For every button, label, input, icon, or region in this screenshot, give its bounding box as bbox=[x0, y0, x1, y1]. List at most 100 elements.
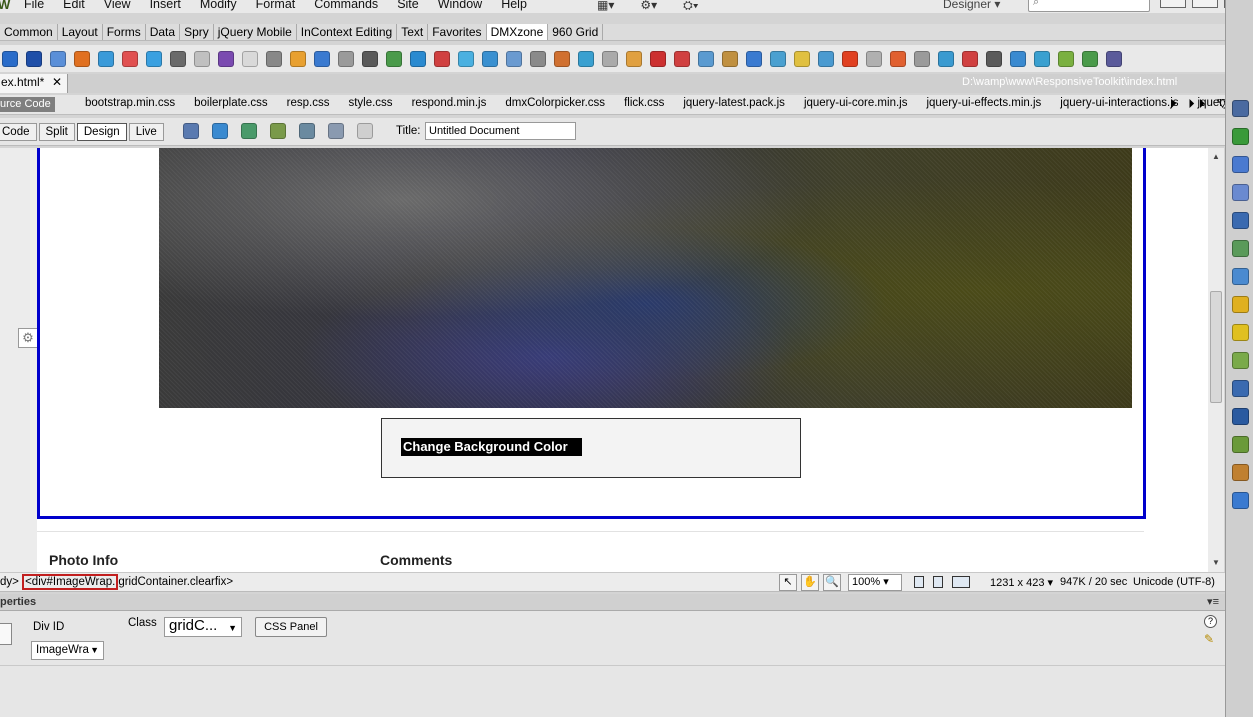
tab-data[interactable]: Data bbox=[146, 24, 181, 40]
help-icon[interactable]: ? bbox=[1204, 615, 1217, 628]
panel-icon[interactable] bbox=[1232, 408, 1249, 425]
panel-icon[interactable] bbox=[1232, 464, 1249, 481]
tab-960-grid[interactable]: 960 Grid bbox=[548, 24, 604, 40]
insert-object-icon[interactable] bbox=[242, 50, 258, 67]
tab-favorites[interactable]: Favorites bbox=[428, 24, 487, 40]
insert-object-icon[interactable] bbox=[914, 50, 930, 67]
mobile-size-icon[interactable] bbox=[914, 576, 924, 588]
panel-menu-icon[interactable]: ▾≡ bbox=[1207, 594, 1219, 610]
insert-object-icon[interactable] bbox=[74, 50, 90, 67]
site-icon[interactable]: ⛭▾ bbox=[683, 0, 698, 13]
panel-icon[interactable] bbox=[1232, 492, 1249, 509]
workspace-switcher[interactable]: Designer ▾ bbox=[943, 0, 1000, 11]
insert-object-icon[interactable] bbox=[1106, 50, 1122, 67]
design-view-button[interactable]: Design bbox=[76, 123, 127, 141]
insert-object-icon[interactable] bbox=[482, 50, 498, 67]
insert-object-icon[interactable] bbox=[50, 50, 66, 67]
menu-site[interactable]: Site bbox=[397, 0, 419, 11]
tab-forms[interactable]: Forms bbox=[103, 24, 146, 40]
menu-format[interactable]: Format bbox=[256, 0, 296, 11]
insert-object-icon[interactable] bbox=[698, 50, 714, 67]
related-file[interactable]: flick.css bbox=[624, 97, 664, 109]
insert-object-icon[interactable] bbox=[338, 50, 354, 67]
hand-tool-icon[interactable]: ✋ bbox=[801, 574, 819, 591]
refresh-icon[interactable] bbox=[357, 123, 373, 139]
menu-file[interactable]: File bbox=[24, 0, 44, 11]
panel-icon[interactable] bbox=[1232, 240, 1249, 257]
tablet-size-icon[interactable] bbox=[933, 576, 943, 588]
gear-icon[interactable]: ⚙▾ bbox=[640, 0, 657, 13]
menu-modify[interactable]: Modify bbox=[200, 0, 237, 11]
panel-icon[interactable] bbox=[1232, 436, 1249, 453]
tab-layout[interactable]: Layout bbox=[58, 24, 103, 40]
insert-object-icon[interactable] bbox=[962, 50, 978, 67]
insert-object-icon[interactable] bbox=[26, 50, 42, 67]
panel-icon[interactable] bbox=[1232, 380, 1249, 397]
tag-div-imagewrap[interactable]: <div#ImageWrap. bbox=[22, 574, 119, 590]
document-tab[interactable]: ex.html* ✕ bbox=[0, 74, 68, 93]
desktop-size-icon[interactable] bbox=[952, 576, 970, 588]
scroll-down-icon[interactable]: ▼ bbox=[1212, 558, 1220, 567]
split-view-button[interactable]: Split bbox=[38, 123, 75, 141]
scroll-up-icon[interactable]: ▲ bbox=[1212, 152, 1220, 161]
preview-browser-icon[interactable] bbox=[212, 123, 228, 139]
related-file[interactable]: respond.min.js bbox=[412, 97, 487, 109]
panel-icon[interactable] bbox=[1232, 212, 1249, 229]
menu-help[interactable]: Help bbox=[501, 0, 527, 11]
change-background-color-button[interactable]: Change Background Color bbox=[401, 438, 582, 456]
zoom-select[interactable]: 100% ▾ bbox=[848, 574, 902, 591]
check-browser-icon[interactable] bbox=[299, 123, 315, 139]
panel-icon[interactable] bbox=[1232, 268, 1249, 285]
insert-object-icon[interactable] bbox=[290, 50, 306, 67]
tab-spry[interactable]: Spry bbox=[180, 24, 214, 40]
insert-object-icon[interactable] bbox=[1058, 50, 1074, 67]
related-file[interactable]: jquery-latest.pack.js bbox=[683, 97, 785, 109]
related-file[interactable]: bootstrap.min.css bbox=[85, 97, 175, 109]
class-select[interactable]: gridC... ▼ bbox=[164, 617, 242, 637]
tag-body[interactable]: dy> bbox=[0, 576, 19, 588]
related-files-overflow-icon[interactable]: ⏵ ⏵⏵ ▽ bbox=[1170, 96, 1225, 112]
file-management-icon[interactable] bbox=[241, 123, 257, 139]
related-file[interactable]: jquery-ui-effects.min.js bbox=[926, 97, 1041, 109]
panel-icon[interactable] bbox=[1232, 324, 1249, 341]
menu-commands[interactable]: Commands bbox=[314, 0, 378, 11]
window-dimensions[interactable]: 1231 x 423 ▾ bbox=[990, 576, 1053, 589]
related-file[interactable]: dmxColorpicker.css bbox=[505, 97, 605, 109]
tab-jquery-mobile[interactable]: jQuery Mobile bbox=[214, 24, 297, 40]
insert-object-icon[interactable] bbox=[218, 50, 234, 67]
insert-object-icon[interactable] bbox=[842, 50, 858, 67]
search-input[interactable]: ⌕ bbox=[1028, 0, 1150, 12]
insert-object-icon[interactable] bbox=[890, 50, 906, 67]
minimize-button[interactable]: – bbox=[1160, 0, 1186, 8]
insert-object-icon[interactable] bbox=[530, 50, 546, 67]
insert-object-icon[interactable] bbox=[794, 50, 810, 67]
insert-object-icon[interactable] bbox=[986, 50, 1002, 67]
menu-window[interactable]: Window bbox=[438, 0, 482, 11]
menu-edit[interactable]: Edit bbox=[63, 0, 85, 11]
code-view-button[interactable]: Code bbox=[0, 123, 37, 141]
document-title-input[interactable] bbox=[425, 122, 576, 140]
insert-object-icon[interactable] bbox=[770, 50, 786, 67]
insert-object-icon[interactable] bbox=[146, 50, 162, 67]
insert-object-icon[interactable] bbox=[1082, 50, 1098, 67]
w3c-validation-icon[interactable] bbox=[270, 123, 286, 139]
close-tab-icon[interactable]: ✕ bbox=[52, 74, 62, 91]
panel-icon[interactable] bbox=[1232, 156, 1249, 173]
insert-object-icon[interactable] bbox=[866, 50, 882, 67]
select-tool-icon[interactable]: ↖ bbox=[779, 574, 797, 591]
insert-object-icon[interactable] bbox=[818, 50, 834, 67]
source-code-button[interactable]: urce Code bbox=[0, 97, 55, 112]
insert-object-icon[interactable] bbox=[602, 50, 618, 67]
panel-icon[interactable] bbox=[1232, 184, 1249, 201]
quick-tag-editor-icon[interactable]: ✎ bbox=[1204, 632, 1214, 646]
div-id-select[interactable]: ImageWra ▼ bbox=[31, 641, 104, 660]
vertical-scrollbar[interactable]: ▲ ▼ bbox=[1208, 148, 1224, 572]
zoom-tool-icon[interactable]: 🔍 bbox=[823, 574, 841, 591]
menu-insert[interactable]: Insert bbox=[150, 0, 181, 11]
related-file[interactable]: resp.css bbox=[287, 97, 330, 109]
code-navigator-icon[interactable]: ⚙ bbox=[18, 328, 38, 348]
insert-object-icon[interactable] bbox=[266, 50, 282, 67]
tab-incontext-editing[interactable]: InContext Editing bbox=[297, 24, 398, 40]
insert-object-icon[interactable] bbox=[554, 50, 570, 67]
related-file[interactable]: style.css bbox=[348, 97, 392, 109]
